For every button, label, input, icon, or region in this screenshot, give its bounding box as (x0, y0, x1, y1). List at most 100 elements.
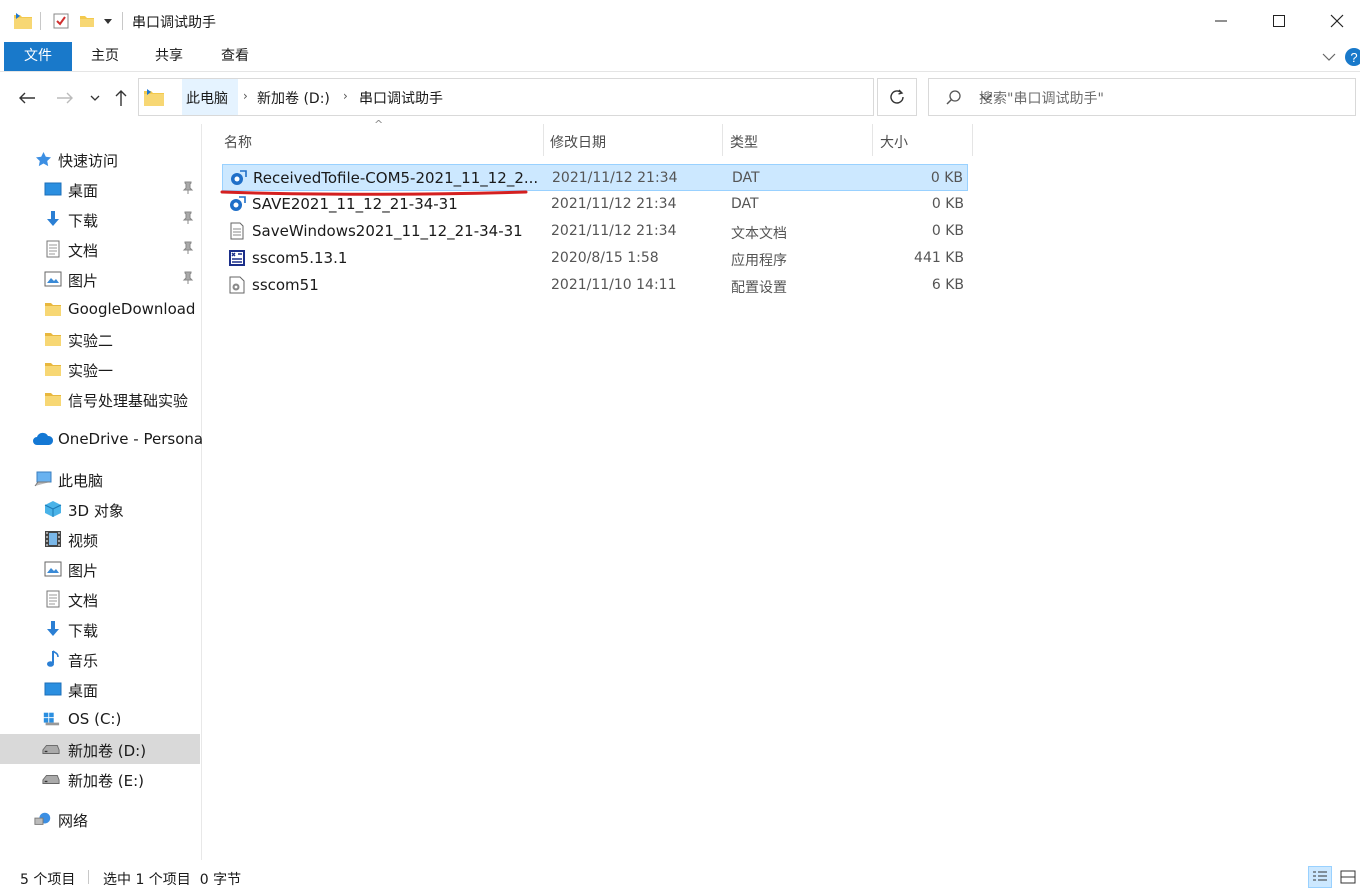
nav-item-desktop[interactable]: 桌面 (0, 174, 200, 204)
column-divider[interactable] (872, 124, 873, 156)
text-file-icon (228, 222, 246, 240)
cube-icon (44, 500, 62, 518)
nav-item-drive-d[interactable]: 新加卷 (D:) (0, 734, 200, 764)
nav-label: 文档 (68, 592, 99, 610)
refresh-icon (890, 89, 904, 104)
breadcrumb-chevron-icon[interactable]: › (343, 89, 348, 103)
nav-item-signal-lab[interactable]: 信号处理基础实验 (0, 384, 200, 414)
column-header-size[interactable]: 大小 (874, 124, 972, 156)
help-icon[interactable]: ? (1344, 46, 1360, 68)
file-date: 2021/11/12 21:34 (552, 170, 678, 186)
minimize-button[interactable] (1198, 0, 1244, 42)
forward-button[interactable] (52, 86, 78, 110)
pin-icon[interactable] (182, 211, 194, 229)
expand-ribbon-icon[interactable] (1320, 46, 1338, 68)
nav-item-googledownload[interactable]: GoogleDownload (0, 294, 200, 324)
folder-icon (44, 390, 62, 408)
nav-label: 桌面 (68, 682, 99, 700)
nav-item-3d-objects[interactable]: 3D 对象 (0, 494, 200, 524)
new-folder-icon[interactable] (76, 10, 98, 32)
nav-item-documents[interactable]: 文档 (0, 234, 200, 264)
nav-item-drive-e[interactable]: 新加卷 (E:) (0, 764, 200, 794)
breadcrumb-this-pc[interactable]: 此电脑 (186, 88, 228, 108)
selection-info: 选中 1 个项目 0 字节 (103, 872, 242, 888)
breadcrumb-current-folder[interactable]: 串口调试助手 (359, 88, 443, 108)
dat-file-icon (229, 169, 247, 187)
nav-item-pc-documents[interactable]: 文档 (0, 584, 200, 614)
nav-item-pc-pictures[interactable]: 图片 (0, 554, 200, 584)
column-divider[interactable] (972, 124, 973, 156)
back-button[interactable] (14, 86, 40, 110)
file-date: 2021/11/12 21:34 (551, 196, 677, 212)
close-button[interactable] (1314, 0, 1360, 42)
tab-home[interactable]: 主页 (80, 42, 130, 71)
up-button[interactable] (110, 86, 132, 110)
nav-label: GoogleDownload (68, 300, 196, 318)
picture-icon (44, 560, 62, 578)
film-icon (44, 530, 62, 548)
table-row[interactable]: sscom5.13.1 2020/8/15 1:58 应用程序 441 KB (222, 245, 968, 272)
nav-label: 此电脑 (58, 472, 104, 490)
large-icons-view-button[interactable] (1336, 866, 1360, 888)
customize-quick-access-icon[interactable] (100, 10, 116, 32)
folder-icon (44, 360, 62, 378)
ribbon-tabs: 文件 主页 共享 查看 ? (0, 42, 1360, 72)
file-type: DAT (732, 170, 760, 186)
file-size: 0 KB (931, 196, 964, 212)
status-bar: 5 个项目 选中 1 个项目 0 字节 (0, 862, 1360, 890)
nav-network[interactable]: 网络 (0, 804, 200, 834)
nav-item-videos[interactable]: 视频 (0, 524, 200, 554)
file-name: sscom51 (252, 276, 319, 294)
pin-icon[interactable] (182, 181, 194, 199)
cloud-icon (32, 430, 54, 448)
search-input[interactable]: 搜索"串口调试助手" (979, 88, 1104, 108)
recent-locations-icon[interactable] (86, 86, 104, 110)
pin-icon[interactable] (182, 241, 194, 259)
details-view-icon (1313, 871, 1327, 881)
address-bar[interactable]: 此电脑 › 新加卷 (D:) › 串口调试助手 (138, 78, 992, 116)
refresh-button[interactable] (877, 78, 917, 116)
nav-label: 3D 对象 (68, 502, 124, 520)
nav-label: 快速访问 (58, 152, 119, 170)
nav-this-pc[interactable]: 此电脑 (0, 464, 200, 494)
table-row[interactable]: SaveWindows2021_11_12_21-34-31 2021/11/1… (222, 218, 968, 245)
column-header-name[interactable]: 名称 (218, 124, 542, 156)
nav-item-downloads[interactable]: 下载 (0, 204, 200, 234)
nav-label: 图片 (68, 272, 99, 290)
tab-view[interactable]: 查看 (210, 42, 260, 71)
document-icon (44, 240, 62, 258)
nav-quick-access[interactable]: 快速访问 (0, 144, 200, 174)
nav-item-pictures[interactable]: 图片 (0, 264, 200, 294)
pin-icon[interactable] (182, 271, 194, 289)
breadcrumb-drive-d[interactable]: 新加卷 (D:) (257, 88, 330, 108)
tab-file[interactable]: 文件 (4, 42, 72, 71)
file-type: 配置设置 (731, 280, 787, 296)
nav-label: 文档 (68, 242, 99, 260)
desktop-icon (44, 180, 62, 198)
column-divider[interactable] (722, 124, 723, 156)
nav-onedrive[interactable]: OneDrive - Persona (0, 424, 203, 454)
nav-item-exp2[interactable]: 实验二 (0, 324, 200, 354)
nav-item-exp1[interactable]: 实验一 (0, 354, 200, 384)
nav-item-pc-desktop[interactable]: 桌面 (0, 674, 200, 704)
table-row[interactable]: sscom51 2021/11/10 14:11 配置设置 6 KB (222, 272, 968, 299)
nav-label: 网络 (58, 812, 89, 830)
nav-item-music[interactable]: 音乐 (0, 644, 200, 674)
star-icon (34, 150, 52, 168)
column-header-type[interactable]: 类型 (724, 124, 872, 156)
nav-label: 实验二 (68, 332, 114, 350)
breadcrumb-chevron-icon[interactable]: › (243, 89, 248, 103)
nav-item-pc-downloads[interactable]: 下载 (0, 614, 200, 644)
nav-label: 音乐 (68, 652, 99, 670)
tab-share[interactable]: 共享 (144, 42, 194, 71)
properties-icon[interactable] (50, 10, 72, 32)
document-icon (44, 590, 62, 608)
details-view-button[interactable] (1308, 866, 1332, 888)
maximize-button[interactable] (1256, 0, 1302, 42)
nav-item-drive-c[interactable]: OS (C:) (0, 704, 200, 734)
item-count: 5 个项目 (20, 872, 76, 888)
folder-icon (143, 87, 165, 111)
file-date: 2021/11/10 14:11 (551, 277, 677, 293)
search-box[interactable]: 搜索"串口调试助手" (928, 78, 1356, 116)
column-header-date[interactable]: 修改日期 (544, 124, 722, 156)
